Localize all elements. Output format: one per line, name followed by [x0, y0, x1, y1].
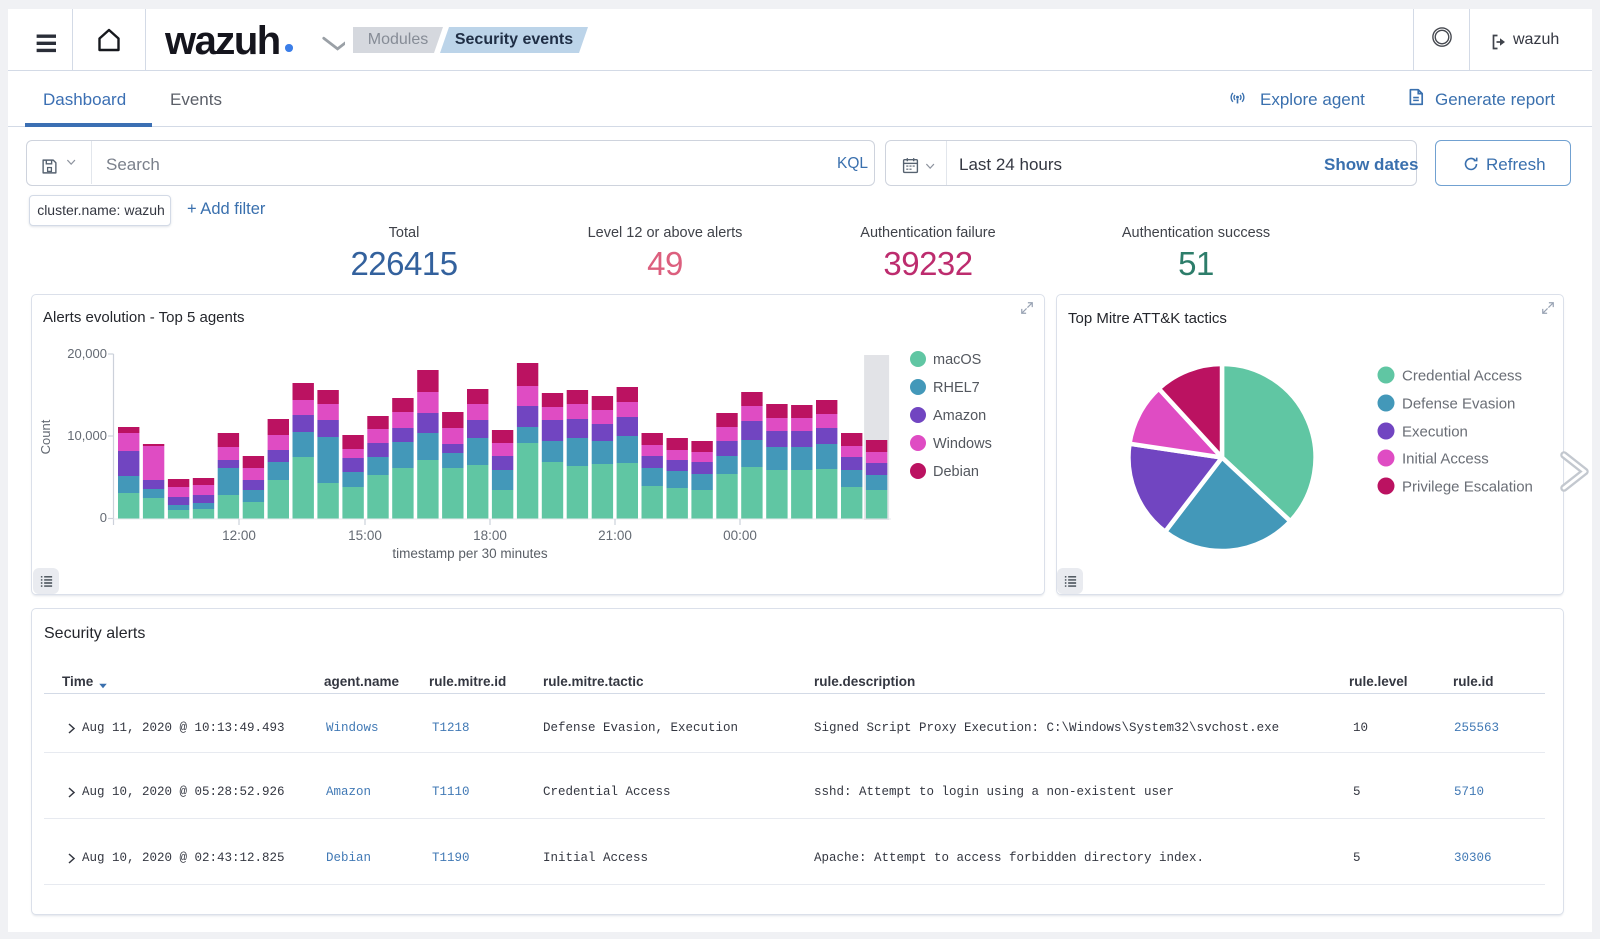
- svg-text:12:00: 12:00: [222, 528, 256, 543]
- svg-text:0: 0: [100, 510, 107, 525]
- svg-text:Debian: Debian: [933, 464, 979, 480]
- svg-text:20,000: 20,000: [67, 346, 107, 361]
- svg-text:RHEL7: RHEL7: [933, 380, 980, 396]
- svg-text:18:00: 18:00: [473, 528, 507, 543]
- svg-text:15:00: 15:00: [348, 528, 382, 543]
- svg-text:macOS: macOS: [933, 352, 981, 368]
- svg-text:00:00: 00:00: [723, 528, 757, 543]
- svg-text:Execution: Execution: [1402, 423, 1468, 440]
- svg-text:10,000: 10,000: [67, 428, 107, 443]
- svg-text:Windows: Windows: [933, 436, 992, 452]
- svg-text:Defense Evasion: Defense Evasion: [1402, 395, 1515, 412]
- svg-text:21:00: 21:00: [598, 528, 632, 543]
- svg-text:Credential Access: Credential Access: [1402, 367, 1522, 384]
- svg-text:Count: Count: [38, 419, 53, 454]
- svg-text:Initial Access: Initial Access: [1402, 450, 1489, 467]
- svg-text:Privilege Escalation: Privilege Escalation: [1402, 478, 1533, 495]
- svg-text:timestamp per 30 minutes: timestamp per 30 minutes: [392, 546, 548, 561]
- svg-text:Amazon: Amazon: [933, 408, 986, 424]
